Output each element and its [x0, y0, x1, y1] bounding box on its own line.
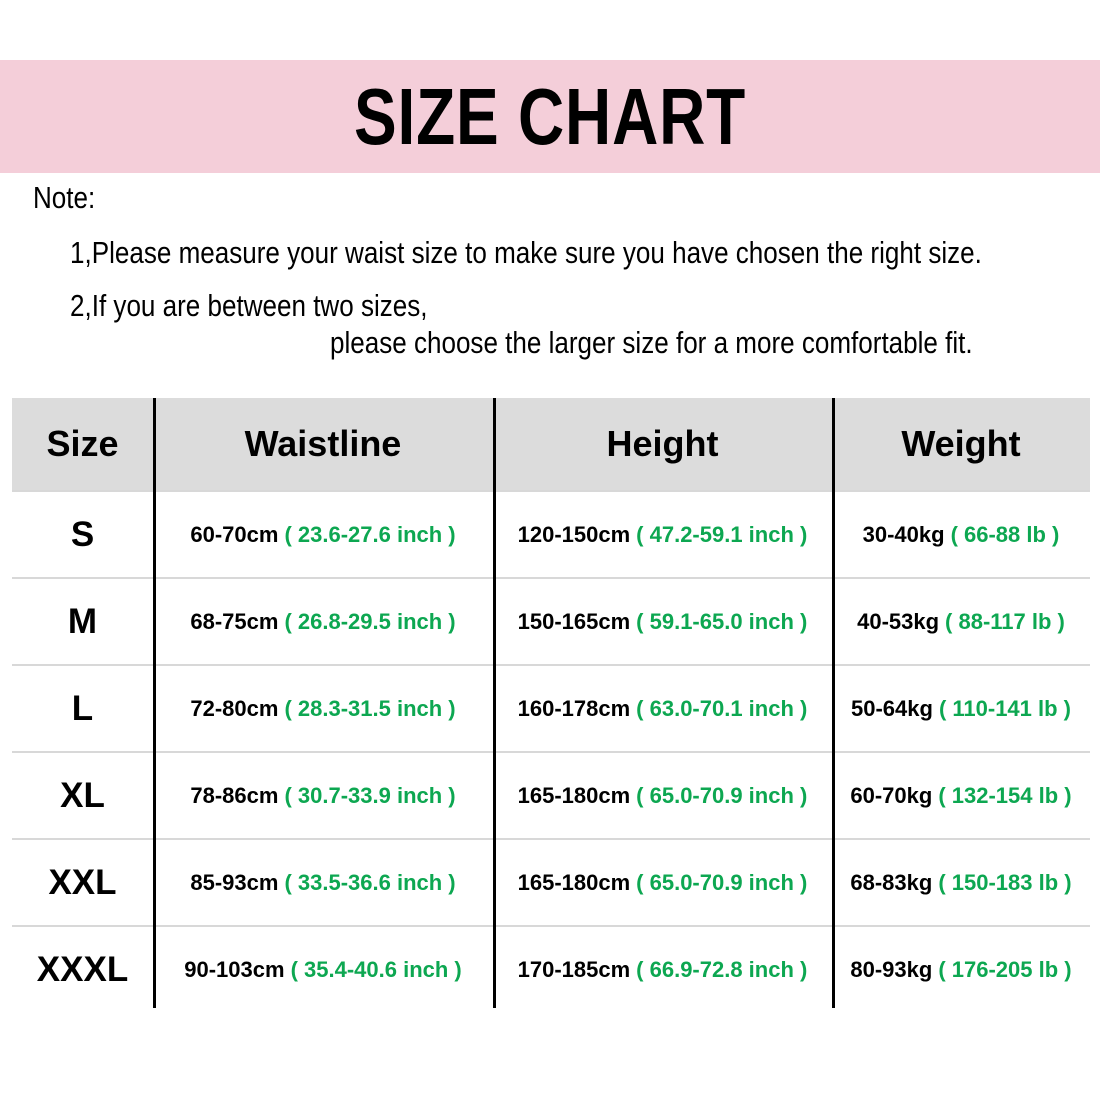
title-banner: SIZE CHART: [0, 60, 1100, 173]
header-label-height: Height: [606, 423, 719, 464]
header-label-waistline: Waistline: [244, 423, 402, 464]
waistline-imperial: ( 30.7-33.9 inch ): [284, 782, 456, 808]
weight-imperial: ( 88-117 lb ): [945, 608, 1065, 634]
weight-metric: 60-70kg: [850, 782, 933, 808]
note-section: Note: 1,Please measure your waist size t…: [0, 182, 1100, 358]
cell-size: L: [12, 666, 153, 751]
cell-height: 165-180cm ( 65.0-70.9 inch ): [493, 753, 832, 838]
cell-height: 170-185cm ( 66.9-72.8 inch ): [493, 927, 832, 1012]
size-label: S: [70, 515, 95, 554]
waistline-metric: 72-80cm: [190, 695, 279, 721]
header-cell-height: Height: [493, 398, 832, 490]
table-header-row: Size Waistline Height Weight: [12, 398, 1090, 490]
waistline-imperial: ( 28.3-31.5 inch ): [284, 695, 456, 721]
weight-imperial: ( 110-141 lb ): [938, 695, 1072, 721]
weight-imperial: ( 176-205 lb ): [938, 956, 1072, 982]
cell-size: XL: [12, 753, 153, 838]
table-row: M 68-75cm ( 26.8-29.5 inch ) 150-165cm (…: [12, 577, 1090, 664]
height-imperial: ( 59.1-65.0 inch ): [636, 608, 808, 634]
cell-size: XXXL: [12, 927, 153, 1012]
height-imperial: ( 47.2-59.1 inch ): [636, 521, 808, 547]
header-label-size: Size: [46, 423, 119, 464]
cell-weight: 60-70kg ( 132-154 lb ): [832, 753, 1090, 838]
height-metric: 150-165cm: [517, 608, 631, 634]
height-metric: 160-178cm: [517, 695, 631, 721]
waistline-metric: 90-103cm: [184, 956, 285, 982]
waistline-metric: 60-70cm: [190, 521, 279, 547]
cell-waistline: 60-70cm ( 23.6-27.6 inch ): [153, 492, 493, 577]
column-divider-1: [153, 398, 156, 1008]
waistline-imperial: ( 26.8-29.5 inch ): [284, 608, 456, 634]
size-chart-table: Size Waistline Height Weight S 60-70cm (…: [12, 398, 1090, 1012]
cell-weight: 50-64kg ( 110-141 lb ): [832, 666, 1090, 751]
cell-waistline: 68-75cm ( 26.8-29.5 inch ): [153, 579, 493, 664]
cell-height: 150-165cm ( 59.1-65.0 inch ): [493, 579, 832, 664]
weight-imperial: ( 132-154 lb ): [938, 782, 1072, 808]
note-heading: Note:: [33, 180, 96, 215]
height-metric: 165-180cm: [517, 782, 631, 808]
size-label: L: [71, 689, 94, 728]
height-imperial: ( 66.9-72.8 inch ): [636, 956, 808, 982]
page-title: SIZE CHART: [354, 71, 746, 161]
waistline-metric: 68-75cm: [190, 608, 279, 634]
height-imperial: ( 65.0-70.9 inch ): [636, 869, 808, 895]
column-divider-2: [493, 398, 496, 1008]
height-imperial: ( 65.0-70.9 inch ): [636, 782, 808, 808]
weight-metric: 40-53kg: [857, 608, 940, 634]
waistline-imperial: ( 35.4-40.6 inch ): [290, 956, 462, 982]
weight-metric: 50-64kg: [850, 695, 933, 721]
waistline-metric: 85-93cm: [190, 869, 279, 895]
cell-height: 165-180cm ( 65.0-70.9 inch ): [493, 840, 832, 925]
size-label: XL: [60, 776, 105, 815]
height-imperial: ( 63.0-70.1 inch ): [636, 695, 808, 721]
note-item-1: 1,Please measure your waist size to make…: [70, 235, 982, 270]
header-cell-size: Size: [12, 398, 153, 490]
table-row: S 60-70cm ( 23.6-27.6 inch ) 120-150cm (…: [12, 490, 1090, 577]
height-metric: 165-180cm: [517, 869, 631, 895]
cell-waistline: 85-93cm ( 33.5-36.6 inch ): [153, 840, 493, 925]
note-item-2-continued: please choose the larger size for a more…: [330, 325, 973, 360]
size-label: M: [67, 602, 98, 641]
cell-waistline: 72-80cm ( 28.3-31.5 inch ): [153, 666, 493, 751]
cell-weight: 30-40kg ( 66-88 lb ): [832, 492, 1090, 577]
cell-size: M: [12, 579, 153, 664]
header-cell-weight: Weight: [832, 398, 1090, 490]
size-label: XXL: [48, 863, 117, 902]
cell-size: S: [12, 492, 153, 577]
waistline-imperial: ( 33.5-36.6 inch ): [284, 869, 456, 895]
cell-weight: 80-93kg ( 176-205 lb ): [832, 927, 1090, 1012]
weight-metric: 80-93kg: [850, 956, 933, 982]
weight-metric: 30-40kg: [862, 521, 945, 547]
header-label-weight: Weight: [901, 423, 1021, 464]
table-row: L 72-80cm ( 28.3-31.5 inch ) 160-178cm (…: [12, 664, 1090, 751]
height-metric: 170-185cm: [517, 956, 631, 982]
header-cell-waistline: Waistline: [153, 398, 493, 490]
waistline-imperial: ( 23.6-27.6 inch ): [284, 521, 456, 547]
size-label: XXXL: [36, 950, 129, 989]
table-row: XXXL 90-103cm ( 35.4-40.6 inch ) 170-185…: [12, 925, 1090, 1012]
note-item-2: 2,If you are between two sizes,: [70, 288, 428, 323]
cell-weight: 40-53kg ( 88-117 lb ): [832, 579, 1090, 664]
column-divider-3: [832, 398, 835, 1008]
table-row: XL 78-86cm ( 30.7-33.9 inch ) 165-180cm …: [12, 751, 1090, 838]
cell-waistline: 90-103cm ( 35.4-40.6 inch ): [153, 927, 493, 1012]
cell-waistline: 78-86cm ( 30.7-33.9 inch ): [153, 753, 493, 838]
size-chart-page: SIZE CHART Note: 1,Please measure your w…: [0, 0, 1100, 1100]
cell-weight: 68-83kg ( 150-183 lb ): [832, 840, 1090, 925]
weight-imperial: ( 150-183 lb ): [938, 869, 1072, 895]
cell-height: 120-150cm ( 47.2-59.1 inch ): [493, 492, 832, 577]
cell-size: XXL: [12, 840, 153, 925]
table-row: XXL 85-93cm ( 33.5-36.6 inch ) 165-180cm…: [12, 838, 1090, 925]
height-metric: 120-150cm: [517, 521, 631, 547]
weight-metric: 68-83kg: [850, 869, 933, 895]
cell-height: 160-178cm ( 63.0-70.1 inch ): [493, 666, 832, 751]
weight-imperial: ( 66-88 lb ): [950, 521, 1060, 547]
waistline-metric: 78-86cm: [190, 782, 279, 808]
